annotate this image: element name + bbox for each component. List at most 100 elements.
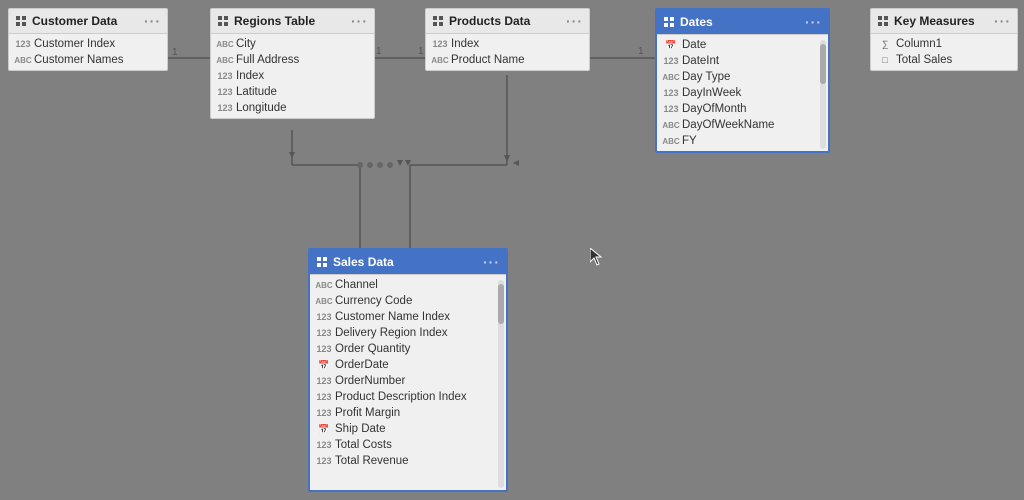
- number-icon-index: 123: [219, 70, 231, 82]
- field-product-name[interactable]: ABC Product Name: [426, 52, 589, 68]
- sales-scrollbar[interactable]: [498, 280, 504, 488]
- svg-text:1: 1: [418, 46, 424, 57]
- regions-table-title: Regions Table: [234, 14, 315, 28]
- calendar-icon-shipdate: 📅: [318, 423, 330, 435]
- products-data-fields: 123 Index ABC Product Name: [426, 34, 589, 70]
- field-customer-name-index[interactable]: 123 Customer Name Index: [310, 309, 494, 325]
- text-icon: ABC: [17, 54, 29, 66]
- regions-table-header[interactable]: Regions Table ···: [211, 9, 374, 34]
- field-total-costs[interactable]: 123 Total Costs: [310, 437, 494, 453]
- products-data-title: Products Data: [449, 14, 530, 28]
- dates-table-title: Dates: [680, 15, 713, 29]
- calendar-icon-date: 📅: [665, 39, 677, 51]
- field-longitude[interactable]: 123 Longitude: [211, 100, 374, 116]
- text-icon-day-type: ABC: [665, 71, 677, 83]
- text-icon-channel: ABC: [318, 279, 330, 291]
- field-dayofweekname[interactable]: ABC DayOfWeekName: [657, 117, 816, 133]
- customer-data-table[interactable]: Customer Data ··· 123 Customer Index ABC…: [8, 8, 168, 71]
- text-icon-prod-name: ABC: [434, 54, 446, 66]
- calendar-icon-orderdate: 📅: [318, 359, 330, 371]
- mouse-cursor: [590, 248, 600, 264]
- field-products-index[interactable]: 123 Index: [426, 36, 589, 52]
- svg-text:1: 1: [172, 47, 178, 58]
- number-icon-pm: 123: [318, 407, 330, 419]
- field-regions-index[interactable]: 123 Index: [211, 68, 374, 84]
- sales-data-header[interactable]: Sales Data ···: [310, 250, 506, 275]
- field-dayinweek[interactable]: 123 DayInWeek: [657, 85, 816, 101]
- field-dayofmonth[interactable]: 123 DayOfMonth: [657, 101, 816, 117]
- number-icon-oq: 123: [318, 343, 330, 355]
- field-city[interactable]: ABC City: [211, 36, 374, 52]
- field-day-type[interactable]: ABC Day Type: [657, 69, 816, 85]
- connectors-layer: 1 1 1 1: [0, 0, 1024, 500]
- field-customer-names[interactable]: ABC Customer Names: [9, 52, 167, 68]
- field-ship-date[interactable]: 📅 Ship Date: [310, 421, 494, 437]
- sales-data-fields: ABC Channel ABC Currency Code 123 Custom…: [310, 275, 506, 471]
- dates-table-header[interactable]: Dates ···: [657, 10, 828, 35]
- measure-icon-total-sales: □: [879, 54, 891, 66]
- number-icon-tr: 123: [318, 455, 330, 467]
- key-measures-menu[interactable]: ···: [994, 13, 1011, 29]
- text-icon-currency: ABC: [318, 295, 330, 307]
- regions-table-icon: [217, 15, 229, 27]
- number-icon-dri: 123: [318, 327, 330, 339]
- regions-table-menu[interactable]: ···: [351, 13, 368, 29]
- number-icon-prod-index: 123: [434, 38, 446, 50]
- text-icon-address: ABC: [219, 54, 231, 66]
- field-profit-margin[interactable]: 123 Profit Margin: [310, 405, 494, 421]
- customer-data-title: Customer Data: [32, 14, 117, 28]
- sales-data-table[interactable]: Sales Data ··· ABC Channel ABC Currency …: [308, 248, 508, 492]
- svg-text:1: 1: [376, 46, 382, 57]
- field-currency-code[interactable]: ABC Currency Code: [310, 293, 494, 309]
- number-icon-tc: 123: [318, 439, 330, 451]
- customer-data-header[interactable]: Customer Data ···: [9, 9, 167, 34]
- field-product-description-index[interactable]: 123 Product Description Index: [310, 389, 494, 405]
- text-icon-fy: ABC: [665, 135, 677, 147]
- number-icon-lon: 123: [219, 102, 231, 114]
- text-icon-city: ABC: [219, 38, 231, 50]
- regions-table-fields: ABC City ABC Full Address 123 Index 123 …: [211, 34, 374, 118]
- field-customer-index[interactable]: 123 Customer Index: [9, 36, 167, 52]
- number-icon-cni: 123: [318, 311, 330, 323]
- key-measures-table[interactable]: Key Measures ··· ∑ Column1 □ Total Sales: [870, 8, 1018, 71]
- field-dateint[interactable]: 123 DateInt: [657, 53, 816, 69]
- key-measures-fields: ∑ Column1 □ Total Sales: [871, 34, 1017, 70]
- customer-data-menu[interactable]: ···: [144, 13, 161, 29]
- sales-data-title: Sales Data: [333, 255, 394, 269]
- field-orderdate[interactable]: 📅 OrderDate: [310, 357, 494, 373]
- products-table-icon: [432, 15, 444, 27]
- dates-table[interactable]: Dates ··· 📅 Date 123 DateInt ABC Day Typ…: [655, 8, 830, 153]
- number-icon-lat: 123: [219, 86, 231, 98]
- field-ordernumber[interactable]: 123 OrderNumber: [310, 373, 494, 389]
- field-column1[interactable]: ∑ Column1: [871, 36, 1017, 52]
- field-delivery-region-index[interactable]: 123 Delivery Region Index: [310, 325, 494, 341]
- text-icon-dayofweekname: ABC: [665, 119, 677, 131]
- regions-table[interactable]: Regions Table ··· ABC City ABC Full Addr…: [210, 8, 375, 119]
- key-measures-title: Key Measures: [894, 14, 975, 28]
- sales-data-menu[interactable]: ···: [483, 254, 500, 270]
- svg-text:1: 1: [638, 46, 644, 57]
- field-channel[interactable]: ABC Channel: [310, 277, 494, 293]
- key-measures-header[interactable]: Key Measures ···: [871, 9, 1017, 34]
- field-total-revenue[interactable]: 123 Total Revenue: [310, 453, 494, 469]
- field-fy[interactable]: ABC FY: [657, 133, 816, 149]
- customer-data-fields: 123 Customer Index ABC Customer Names: [9, 34, 167, 70]
- field-order-quantity[interactable]: 123 Order Quantity: [310, 341, 494, 357]
- dates-table-menu[interactable]: ···: [805, 14, 822, 30]
- field-total-sales[interactable]: □ Total Sales: [871, 52, 1017, 68]
- table-grid-icon: [15, 15, 27, 27]
- dates-scrollbar[interactable]: [820, 40, 826, 149]
- number-icon-on: 123: [318, 375, 330, 387]
- number-icon-dateint: 123: [665, 55, 677, 67]
- field-full-address[interactable]: ABC Full Address: [211, 52, 374, 68]
- key-measures-icon: [877, 15, 889, 27]
- products-data-menu[interactable]: ···: [566, 13, 583, 29]
- number-icon: 123: [17, 38, 29, 50]
- number-icon-dayinweek: 123: [665, 87, 677, 99]
- products-data-table[interactable]: Products Data ··· 123 Index ABC Product …: [425, 8, 590, 71]
- dates-table-fields: 📅 Date 123 DateInt ABC Day Type 123 DayI…: [657, 35, 828, 151]
- products-data-header[interactable]: Products Data ···: [426, 9, 589, 34]
- field-latitude[interactable]: 123 Latitude: [211, 84, 374, 100]
- measure-icon-column1: ∑: [879, 38, 891, 50]
- field-date[interactable]: 📅 Date: [657, 37, 816, 53]
